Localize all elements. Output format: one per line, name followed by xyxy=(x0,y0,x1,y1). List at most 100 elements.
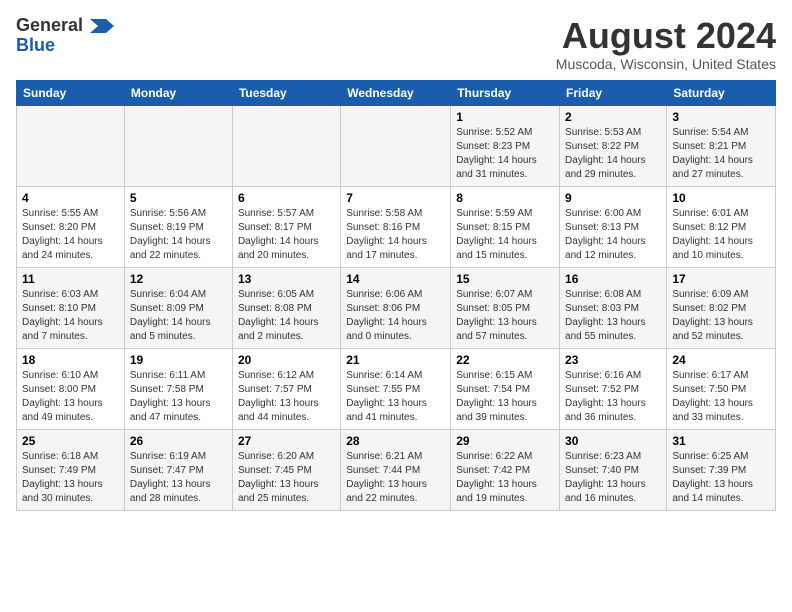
day-number: 1 xyxy=(456,110,554,124)
day-info: Sunrise: 5:52 AM Sunset: 8:23 PM Dayligh… xyxy=(456,126,554,182)
day-info: Sunrise: 6:14 AM Sunset: 7:55 PM Dayligh… xyxy=(346,369,445,425)
day-header-sunday: Sunday xyxy=(17,80,125,105)
day-info: Sunrise: 6:10 AM Sunset: 8:00 PM Dayligh… xyxy=(22,369,119,425)
calendar-week-row: 1 Sunrise: 5:52 AM Sunset: 8:23 PM Daylig… xyxy=(17,105,776,186)
calendar-cell: 17 Sunrise: 6:09 AM Sunset: 8:02 PM Dayli… xyxy=(667,267,776,348)
day-number: 11 xyxy=(22,272,119,286)
day-header-thursday: Thursday xyxy=(451,80,560,105)
day-number: 15 xyxy=(456,272,554,286)
day-info: Sunrise: 6:00 AM Sunset: 8:13 PM Dayligh… xyxy=(565,207,661,263)
location: Muscoda, Wisconsin, United States xyxy=(556,56,776,72)
calendar-cell: 25Sunrise: 6:18 AM Sunset: 7:49 PM Dayli… xyxy=(17,429,125,510)
day-info: Sunrise: 5:59 AM Sunset: 8:15 PM Dayligh… xyxy=(456,207,554,263)
calendar-cell xyxy=(124,105,232,186)
page-header: General Blue August 2024 Muscoda, Wiscon… xyxy=(16,16,776,72)
calendar-cell xyxy=(232,105,340,186)
day-header-friday: Friday xyxy=(560,80,667,105)
day-info: Sunrise: 5:56 AM Sunset: 8:19 PM Dayligh… xyxy=(130,207,227,263)
calendar-cell: 5 Sunrise: 5:56 AM Sunset: 8:19 PM Daylig… xyxy=(124,186,232,267)
day-number: 21 xyxy=(346,353,445,367)
day-number: 20 xyxy=(238,353,335,367)
calendar-cell: 18 Sunrise: 6:10 AM Sunset: 8:00 PM Dayli… xyxy=(17,348,125,429)
day-info: Sunrise: 6:03 AM Sunset: 8:10 PM Dayligh… xyxy=(22,288,119,344)
calendar-week-row: 11 Sunrise: 6:03 AM Sunset: 8:10 PM Dayli… xyxy=(17,267,776,348)
day-info: Sunrise: 6:07 AM Sunset: 8:05 PM Dayligh… xyxy=(456,288,554,344)
calendar-body: 1 Sunrise: 5:52 AM Sunset: 8:23 PM Daylig… xyxy=(17,105,776,510)
day-number: 17 xyxy=(672,272,770,286)
calendar-cell: 11 Sunrise: 6:03 AM Sunset: 8:10 PM Dayli… xyxy=(17,267,125,348)
day-number: 8 xyxy=(456,191,554,205)
calendar-cell: 2 Sunrise: 5:53 AM Sunset: 8:22 PM Daylig… xyxy=(560,105,667,186)
day-info: Sunrise: 6:08 AM Sunset: 8:03 PM Dayligh… xyxy=(565,288,661,344)
calendar-cell: 23 Sunrise: 6:16 AM Sunset: 7:52 PM Dayli… xyxy=(560,348,667,429)
calendar-cell: 22 Sunrise: 6:15 AM Sunset: 7:54 PM Dayli… xyxy=(451,348,560,429)
day-number: 16 xyxy=(565,272,661,286)
calendar-cell: 19 Sunrise: 6:11 AM Sunset: 7:58 PM Dayli… xyxy=(124,348,232,429)
day-header-wednesday: Wednesday xyxy=(341,80,451,105)
day-number: 30 xyxy=(565,434,661,448)
day-header-monday: Monday xyxy=(124,80,232,105)
day-info: Sunrise: 6:17 AM Sunset: 7:50 PM Dayligh… xyxy=(672,369,770,425)
calendar-cell: 21 Sunrise: 6:14 AM Sunset: 7:55 PM Dayli… xyxy=(341,348,451,429)
calendar-cell: 26Sunrise: 6:19 AM Sunset: 7:47 PM Dayli… xyxy=(124,429,232,510)
calendar-cell: 27Sunrise: 6:20 AM Sunset: 7:45 PM Dayli… xyxy=(232,429,340,510)
calendar-cell: 31 Sunrise: 6:25 AM Sunset: 7:39 PM Dayli… xyxy=(667,429,776,510)
day-info: Sunrise: 6:12 AM Sunset: 7:57 PM Dayligh… xyxy=(238,369,335,425)
day-number: 22 xyxy=(456,353,554,367)
day-info: Sunrise: 6:25 AM Sunset: 7:39 PM Dayligh… xyxy=(672,450,770,506)
day-number: 5 xyxy=(130,191,227,205)
calendar-week-row: 4Sunrise: 5:55 AM Sunset: 8:20 PM Daylig… xyxy=(17,186,776,267)
day-info: Sunrise: 6:22 AM Sunset: 7:42 PM Dayligh… xyxy=(456,450,554,506)
day-number: 19 xyxy=(130,353,227,367)
calendar-cell: 7 Sunrise: 5:58 AM Sunset: 8:16 PM Daylig… xyxy=(341,186,451,267)
day-number: 18 xyxy=(22,353,119,367)
calendar-cell: 1 Sunrise: 5:52 AM Sunset: 8:23 PM Daylig… xyxy=(451,105,560,186)
day-info: Sunrise: 6:04 AM Sunset: 8:09 PM Dayligh… xyxy=(130,288,227,344)
calendar-cell: 16 Sunrise: 6:08 AM Sunset: 8:03 PM Dayli… xyxy=(560,267,667,348)
day-number: 25 xyxy=(22,434,119,448)
calendar-cell: 4Sunrise: 5:55 AM Sunset: 8:20 PM Daylig… xyxy=(17,186,125,267)
day-number: 23 xyxy=(565,353,661,367)
day-number: 24 xyxy=(672,353,770,367)
calendar-cell xyxy=(341,105,451,186)
day-info: Sunrise: 6:15 AM Sunset: 7:54 PM Dayligh… xyxy=(456,369,554,425)
calendar-table: SundayMondayTuesdayWednesdayThursdayFrid… xyxy=(16,80,776,511)
day-info: Sunrise: 6:06 AM Sunset: 8:06 PM Dayligh… xyxy=(346,288,445,344)
day-number: 3 xyxy=(672,110,770,124)
day-number: 2 xyxy=(565,110,661,124)
logo-blue: Blue xyxy=(16,36,55,56)
day-number: 9 xyxy=(565,191,661,205)
day-info: Sunrise: 6:16 AM Sunset: 7:52 PM Dayligh… xyxy=(565,369,661,425)
calendar-cell: 8 Sunrise: 5:59 AM Sunset: 8:15 PM Daylig… xyxy=(451,186,560,267)
calendar-cell: 20 Sunrise: 6:12 AM Sunset: 7:57 PM Dayli… xyxy=(232,348,340,429)
day-number: 26 xyxy=(130,434,227,448)
day-number: 7 xyxy=(346,191,445,205)
month-year: August 2024 xyxy=(556,16,776,56)
day-number: 10 xyxy=(672,191,770,205)
calendar-cell: 3Sunrise: 5:54 AM Sunset: 8:21 PM Daylig… xyxy=(667,105,776,186)
day-info: Sunrise: 5:55 AM Sunset: 8:20 PM Dayligh… xyxy=(22,207,119,263)
calendar-cell: 14Sunrise: 6:06 AM Sunset: 8:06 PM Dayli… xyxy=(341,267,451,348)
day-info: Sunrise: 6:21 AM Sunset: 7:44 PM Dayligh… xyxy=(346,450,445,506)
calendar-cell: 9 Sunrise: 6:00 AM Sunset: 8:13 PM Daylig… xyxy=(560,186,667,267)
day-header-saturday: Saturday xyxy=(667,80,776,105)
day-info: Sunrise: 6:20 AM Sunset: 7:45 PM Dayligh… xyxy=(238,450,335,506)
title-block: August 2024 Muscoda, Wisconsin, United S… xyxy=(556,16,776,72)
day-info: Sunrise: 5:53 AM Sunset: 8:22 PM Dayligh… xyxy=(565,126,661,182)
calendar-week-row: 18 Sunrise: 6:10 AM Sunset: 8:00 PM Dayli… xyxy=(17,348,776,429)
logo-text: General xyxy=(16,16,114,36)
day-number: 12 xyxy=(130,272,227,286)
day-info: Sunrise: 6:11 AM Sunset: 7:58 PM Dayligh… xyxy=(130,369,227,425)
calendar-cell: 6Sunrise: 5:57 AM Sunset: 8:17 PM Daylig… xyxy=(232,186,340,267)
day-info: Sunrise: 6:05 AM Sunset: 8:08 PM Dayligh… xyxy=(238,288,335,344)
day-header-tuesday: Tuesday xyxy=(232,80,340,105)
calendar-week-row: 25Sunrise: 6:18 AM Sunset: 7:49 PM Dayli… xyxy=(17,429,776,510)
day-info: Sunrise: 5:58 AM Sunset: 8:16 PM Dayligh… xyxy=(346,207,445,263)
calendar-cell: 10Sunrise: 6:01 AM Sunset: 8:12 PM Dayli… xyxy=(667,186,776,267)
calendar-cell: 24 Sunrise: 6:17 AM Sunset: 7:50 PM Dayli… xyxy=(667,348,776,429)
calendar-cell xyxy=(17,105,125,186)
day-number: 29 xyxy=(456,434,554,448)
day-info: Sunrise: 5:57 AM Sunset: 8:17 PM Dayligh… xyxy=(238,207,335,263)
day-number: 31 xyxy=(672,434,770,448)
day-info: Sunrise: 6:09 AM Sunset: 8:02 PM Dayligh… xyxy=(672,288,770,344)
